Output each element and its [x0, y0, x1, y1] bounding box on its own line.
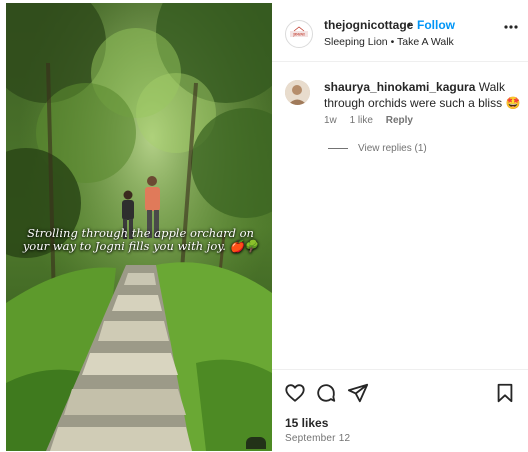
replies-divider-line [328, 147, 348, 149]
header-separator: • [407, 18, 412, 32]
view-replies-label: View replies (1) [358, 143, 427, 154]
more-horizontal-icon[interactable] [504, 25, 518, 29]
bookmark-icon[interactable] [494, 382, 516, 404]
audio-toggle-button[interactable] [246, 437, 266, 449]
header-subline: Sleeping Lion • Take A Walk [324, 36, 454, 48]
account-username[interactable]: thejognicottage [324, 18, 413, 32]
subline-separator: • [390, 36, 395, 48]
comment-emoji: 🤩 [505, 95, 521, 110]
comment-meta: 1w 1 like Reply [324, 115, 423, 126]
comment-time[interactable]: 1w [324, 115, 337, 126]
post-media[interactable]: Strolling through the apple orchard on y… [6, 3, 272, 451]
jogni-cottage-logo-icon: JOGNI [290, 26, 308, 37]
heart-icon[interactable] [284, 382, 306, 404]
likes-count[interactable]: 15 likes [285, 416, 328, 430]
post-date[interactable]: September 12 [285, 433, 350, 444]
reply-button[interactable]: Reply [386, 115, 413, 126]
comment-body: shaurya_hinokami_kagura Walk through orc… [324, 80, 524, 111]
account-avatar[interactable]: JOGNI [285, 20, 313, 48]
comment-icon[interactable] [315, 382, 337, 404]
post-details-panel: JOGNI thejognicottage • Follow Sleeping … [272, 3, 528, 451]
audio-track-link[interactable]: Sleeping Lion [324, 36, 388, 48]
post-header: JOGNI thejognicottage • Follow Sleeping … [272, 3, 528, 62]
commenter-username[interactable]: shaurya_hinokami_kagura [324, 80, 475, 94]
follow-button[interactable]: Follow [417, 18, 455, 32]
commenter-photo-icon [285, 80, 310, 105]
view-replies-button[interactable]: View replies (1) [328, 143, 427, 154]
audio-track-title[interactable]: Take A Walk [397, 36, 454, 48]
svg-text:JOGNI: JOGNI [292, 33, 305, 37]
post-caption-overlay: Strolling through the apple orchard on y… [22, 226, 259, 253]
post-actions: 15 likes September 12 [272, 369, 528, 452]
share-icon[interactable] [347, 382, 369, 404]
comment-likes[interactable]: 1 like [350, 115, 373, 126]
commenter-avatar[interactable] [285, 80, 310, 105]
